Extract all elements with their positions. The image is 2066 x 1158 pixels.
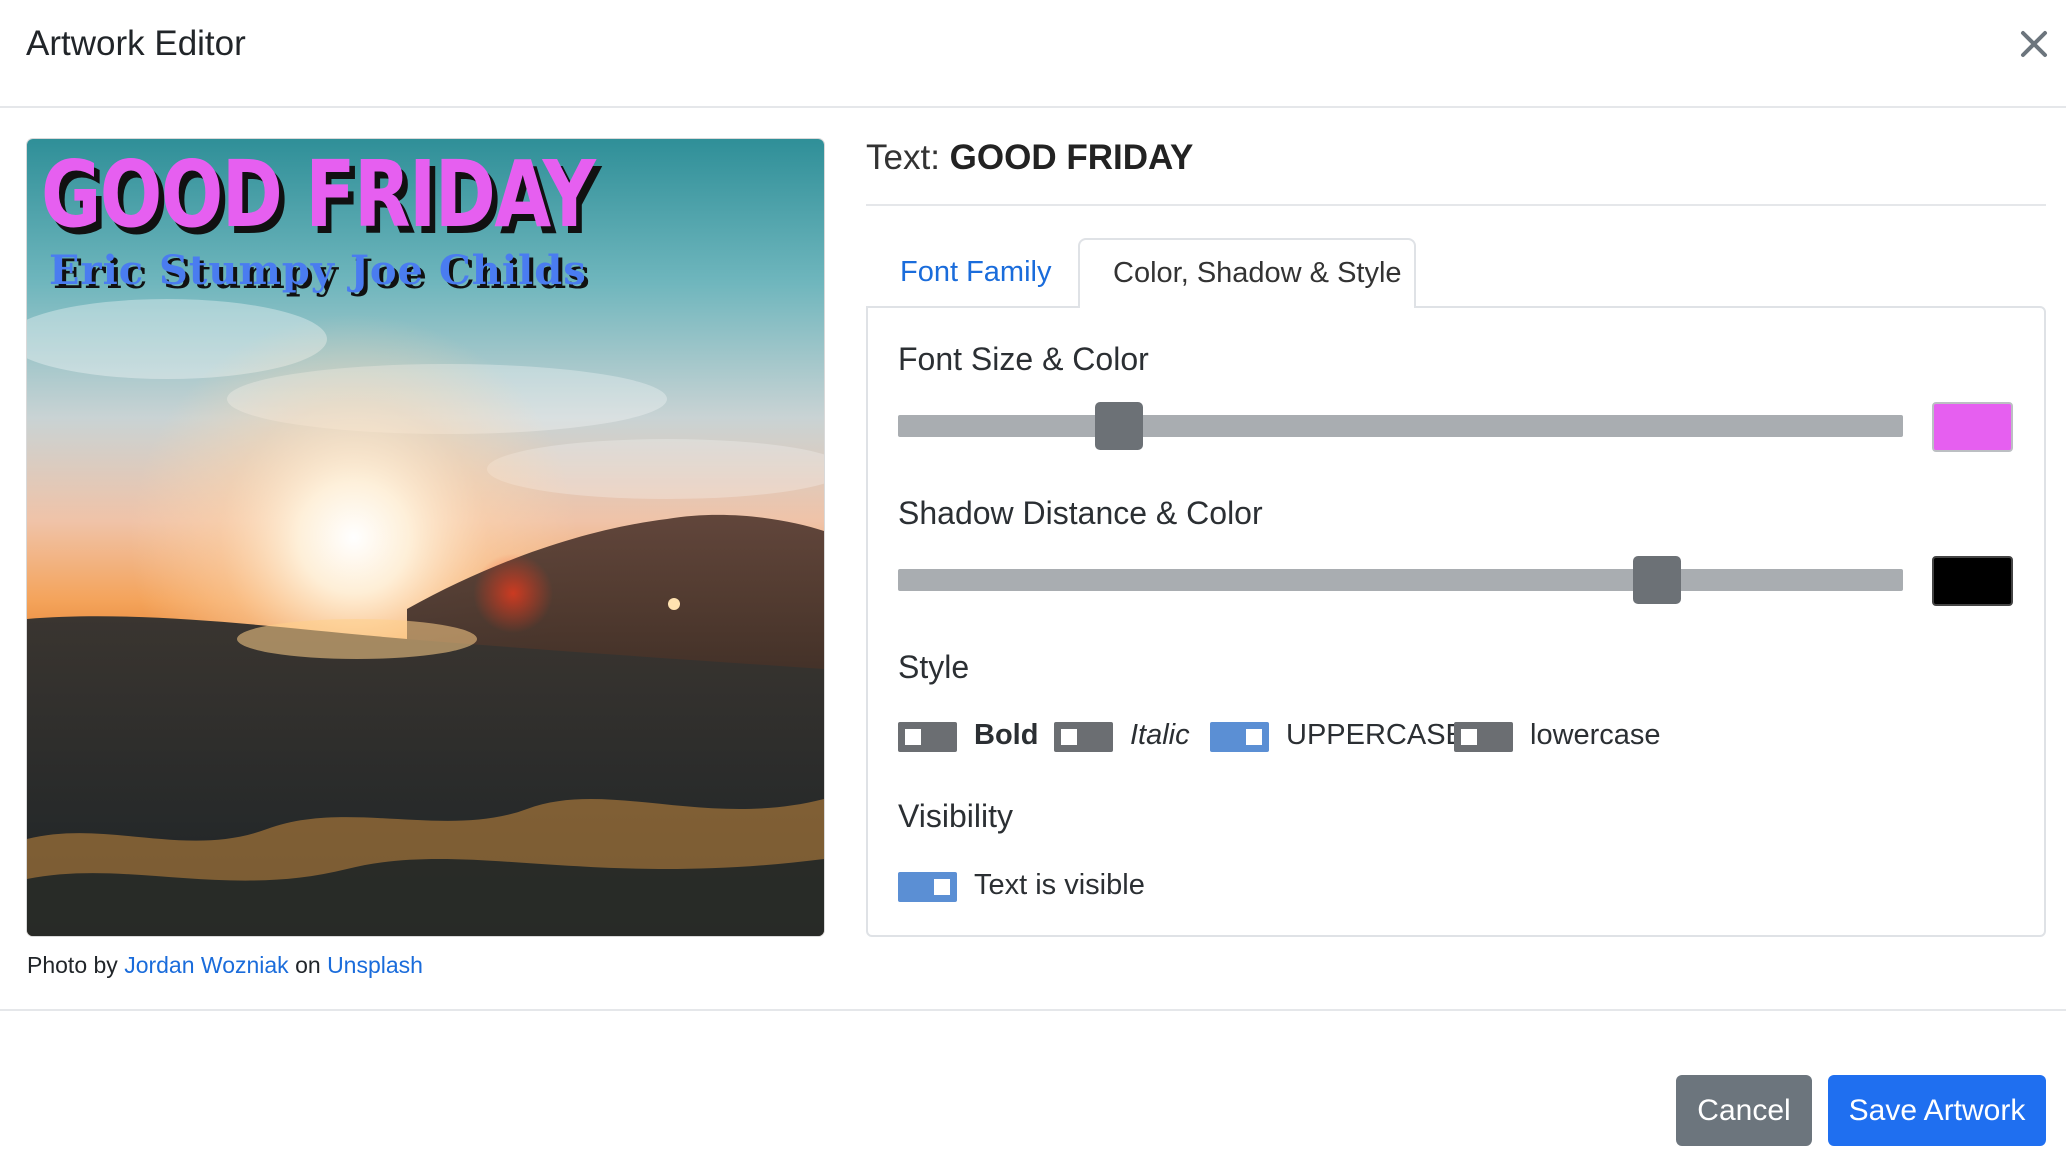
toggle-knob xyxy=(1246,729,1262,745)
bold-label: Bold xyxy=(974,719,1039,751)
tab-color-shadow-style-label: Color, Shadow & Style xyxy=(1113,257,1402,289)
bold-toggle[interactable] xyxy=(898,722,957,752)
tab-panel xyxy=(866,306,2046,937)
header-divider xyxy=(0,106,2066,108)
shadow-slider-thumb[interactable] xyxy=(1632,556,1681,604)
font-size-slider-track[interactable] xyxy=(898,415,1903,437)
italic-toggle[interactable] xyxy=(1054,722,1113,752)
font-size-slider-thumb[interactable] xyxy=(1095,402,1144,450)
credit-prefix: Photo by xyxy=(27,952,118,978)
uppercase-label: UPPERCASE xyxy=(1286,719,1465,751)
shadow-slider-track[interactable] xyxy=(898,569,1903,591)
style-label: Style xyxy=(898,649,970,685)
lowercase-label: lowercase xyxy=(1530,719,1661,751)
shadow-distance-color-label: Shadow Distance & Color xyxy=(898,495,1263,531)
tab-color-shadow-style[interactable]: Color, Shadow & Style xyxy=(1078,238,1416,308)
artwork-subtitle: Eric Stumpy Joe Childs xyxy=(49,247,587,294)
font-size-color-label: Font Size & Color xyxy=(898,341,1149,377)
text-prefix: Text: xyxy=(866,138,940,177)
font-color-swatch[interactable] xyxy=(1932,402,2013,452)
modal-title: Artwork Editor xyxy=(26,24,246,63)
credit-middle: on xyxy=(295,952,321,978)
artwork-preview: GOOD FRIDAY Eric Stumpy Joe Childs xyxy=(27,139,824,936)
lowercase-toggle[interactable] xyxy=(1454,722,1513,752)
close-icon[interactable] xyxy=(2018,28,2050,60)
text-visible-toggle[interactable] xyxy=(898,872,957,902)
text-value: GOOD FRIDAY xyxy=(949,138,1194,177)
footer-divider xyxy=(0,1009,2066,1011)
text-visible-label: Text is visible xyxy=(974,869,1145,901)
text-heading: Text: GOOD FRIDAY xyxy=(866,138,1193,178)
toggle-knob xyxy=(1461,729,1477,745)
editor-divider xyxy=(866,204,2046,206)
tab-font-family[interactable]: Font Family xyxy=(900,256,1051,289)
toggle-knob xyxy=(905,729,921,745)
uppercase-toggle[interactable] xyxy=(1210,722,1269,752)
credit-author-link[interactable]: Jordan Wozniak xyxy=(124,952,289,978)
photo-credit: Photo by Jordan Wozniak on Unsplash xyxy=(27,952,423,979)
cancel-button[interactable]: Cancel xyxy=(1676,1075,1812,1146)
credit-site-link[interactable]: Unsplash xyxy=(327,952,423,978)
italic-label: Italic xyxy=(1130,719,1190,751)
artwork-headline: GOOD FRIDAY xyxy=(41,141,596,248)
toggle-knob xyxy=(934,879,950,895)
save-artwork-button[interactable]: Save Artwork xyxy=(1828,1075,2046,1146)
shadow-color-swatch[interactable] xyxy=(1932,556,2013,606)
toggle-knob xyxy=(1061,729,1077,745)
visibility-label: Visibility xyxy=(898,798,1013,834)
